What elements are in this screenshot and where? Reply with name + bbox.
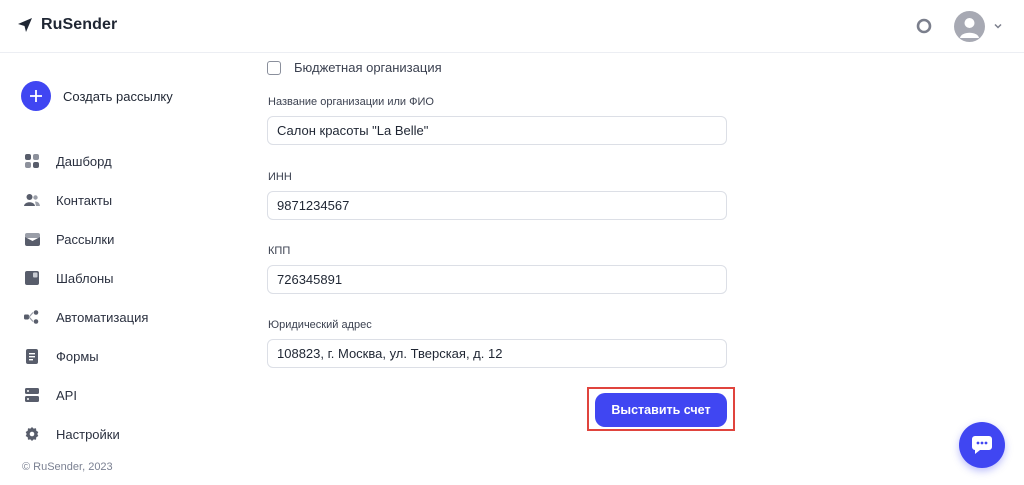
user-avatar-icon[interactable] bbox=[954, 11, 985, 42]
sidebar-item-label: Настройки bbox=[56, 426, 120, 442]
sidebar-item-label: Дашборд bbox=[56, 153, 112, 169]
sidebar-item-label: API bbox=[56, 387, 77, 403]
budget-org-checkbox[interactable] bbox=[267, 60, 281, 75]
sidebar-item-api[interactable]: API bbox=[24, 384, 224, 406]
issue-invoice-button[interactable]: Выставить счет bbox=[595, 393, 727, 427]
brand-logo[interactable]: RuSender bbox=[17, 16, 117, 34]
sidebar-item-templates[interactable]: Шаблоны bbox=[24, 267, 224, 289]
chat-bubble-icon bbox=[972, 436, 992, 454]
sidebar-item-label: Формы bbox=[56, 348, 99, 364]
sidebar-item-contacts[interactable]: Контакты bbox=[24, 189, 224, 211]
sidebar-item-mailings[interactable]: Рассылки bbox=[24, 228, 224, 250]
budget-org-label: Бюджетная организация bbox=[294, 60, 442, 75]
sidebar-item-automation[interactable]: Автоматизация bbox=[24, 306, 224, 328]
copyright-text: © RuSender, 2023 bbox=[22, 461, 113, 473]
settings-icon bbox=[24, 426, 40, 442]
sidebar-item-label: Контакты bbox=[56, 192, 113, 208]
create-mailing-button[interactable]: Создать рассылку bbox=[21, 81, 173, 111]
top-header: RuSender bbox=[0, 0, 1024, 53]
budget-org-checkbox-row[interactable]: Бюджетная организация bbox=[267, 60, 442, 75]
legal-address-input[interactable] bbox=[267, 339, 727, 368]
sidebar-item-settings[interactable]: Настройки bbox=[24, 423, 224, 445]
mailings-icon bbox=[24, 231, 40, 247]
inn-input[interactable] bbox=[267, 191, 727, 220]
plus-icon bbox=[21, 81, 51, 111]
help-ring-icon[interactable] bbox=[916, 18, 932, 34]
org-name-input[interactable] bbox=[267, 116, 727, 145]
sidebar-item-forms[interactable]: Формы bbox=[24, 345, 224, 367]
automation-icon bbox=[24, 309, 40, 325]
legal-address-label: Юридический адрес bbox=[268, 319, 372, 331]
chevron-down-icon[interactable] bbox=[993, 21, 1003, 31]
forms-icon bbox=[24, 348, 40, 364]
org-name-label: Название организации или ФИО bbox=[268, 96, 434, 108]
user-silhouette-icon bbox=[960, 18, 979, 38]
templates-icon bbox=[24, 270, 40, 286]
contacts-icon bbox=[24, 192, 40, 208]
brand-name: RuSender bbox=[41, 16, 118, 33]
chat-widget-button[interactable] bbox=[959, 422, 1005, 468]
sidebar-item-label: Рассылки bbox=[56, 231, 115, 247]
kpp-label: КПП bbox=[268, 245, 291, 257]
create-mailing-label: Создать рассылку bbox=[63, 88, 173, 104]
sidebar-item-label: Автоматизация bbox=[56, 309, 149, 325]
inn-label: ИНН bbox=[268, 171, 292, 183]
sidebar-item-label: Шаблоны bbox=[56, 270, 114, 286]
kpp-input[interactable] bbox=[267, 265, 727, 294]
api-icon bbox=[24, 387, 40, 403]
logo-arrow-icon bbox=[18, 18, 32, 32]
dashboard-icon bbox=[24, 153, 40, 169]
sidebar-item-dashboard[interactable]: Дашборд bbox=[24, 150, 224, 172]
